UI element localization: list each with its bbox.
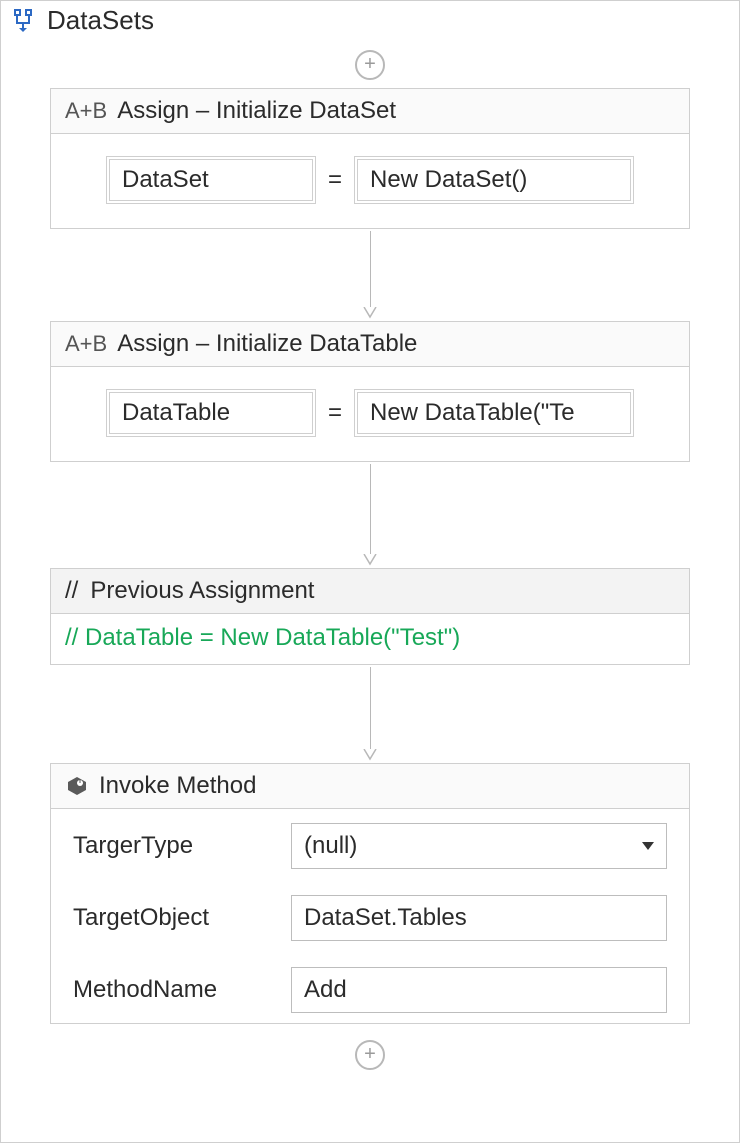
assign-activity-initialize-dataset[interactable]: A+B Assign – Initialize DataSet DataSet … xyxy=(50,88,690,229)
target-object-label: TargetObject xyxy=(73,904,273,932)
activity-title: Invoke Method xyxy=(99,772,256,800)
activity-body: DataTable = New DataTable("Te xyxy=(51,367,689,461)
add-activity-top-button[interactable] xyxy=(355,50,385,80)
activity-header[interactable]: A+B Assign – Initialize DataSet xyxy=(51,89,689,134)
invoke-method-activity[interactable]: Invoke Method TargerType (null) TargetOb… xyxy=(50,763,690,1024)
activity-header[interactable]: Invoke Method xyxy=(51,764,689,809)
connector xyxy=(362,231,378,319)
add-activity-bottom-button[interactable] xyxy=(355,1040,385,1070)
flow-area: A+B Assign – Initialize DataSet DataSet … xyxy=(1,46,739,1078)
target-object-input[interactable]: DataSet.Tables xyxy=(291,895,667,941)
method-name-input[interactable]: Add xyxy=(291,967,667,1013)
activity-body: DataSet = New DataSet() xyxy=(51,134,689,228)
assign-to-input[interactable]: DataTable xyxy=(106,389,316,437)
sequence-icon xyxy=(9,7,37,35)
target-type-label: TargerType xyxy=(73,832,273,860)
comment-icon: // xyxy=(65,577,78,605)
activity-header[interactable]: // Previous Assignment xyxy=(51,569,689,614)
activity-title: Assign – Initialize DataTable xyxy=(117,330,417,358)
assign-activity-initialize-datatable[interactable]: A+B Assign – Initialize DataTable DataTa… xyxy=(50,321,690,462)
activity-title: Previous Assignment xyxy=(90,577,314,605)
activity-header[interactable]: A+B Assign – Initialize DataTable xyxy=(51,322,689,367)
assign-to-input[interactable]: DataSet xyxy=(106,156,316,204)
equals-sign: = xyxy=(328,399,342,427)
connector xyxy=(362,464,378,566)
sequence-header[interactable]: DataSets xyxy=(1,1,739,46)
activity-body: TargerType (null) TargetObject DataSet.T… xyxy=(51,809,689,1023)
arrow-down-icon xyxy=(362,749,378,761)
workflow-designer[interactable]: DataSets A+B Assign – Initialize DataSet… xyxy=(0,0,740,1143)
arrow-down-icon xyxy=(362,554,378,566)
activity-title: Assign – Initialize DataSet xyxy=(117,97,396,125)
method-name-label: MethodName xyxy=(73,976,273,1004)
equals-sign: = xyxy=(328,166,342,194)
assign-row: DataTable = New DataTable("Te xyxy=(75,389,665,437)
assign-value-input[interactable]: New DataSet() xyxy=(354,156,634,204)
target-type-dropdown[interactable]: (null) xyxy=(291,823,667,869)
comment-text[interactable]: // DataTable = New DataTable("Test") xyxy=(51,614,689,664)
invoke-method-icon xyxy=(65,774,89,798)
connector xyxy=(362,667,378,761)
assign-row: DataSet = New DataSet() xyxy=(75,156,665,204)
sequence-title: DataSets xyxy=(47,5,154,36)
assign-icon: A+B xyxy=(65,331,107,357)
assign-icon: A+B xyxy=(65,98,107,124)
assign-value-input[interactable]: New DataTable("Te xyxy=(354,389,634,437)
arrow-down-icon xyxy=(362,307,378,319)
comment-activity[interactable]: // Previous Assignment // DataTable = Ne… xyxy=(50,568,690,665)
